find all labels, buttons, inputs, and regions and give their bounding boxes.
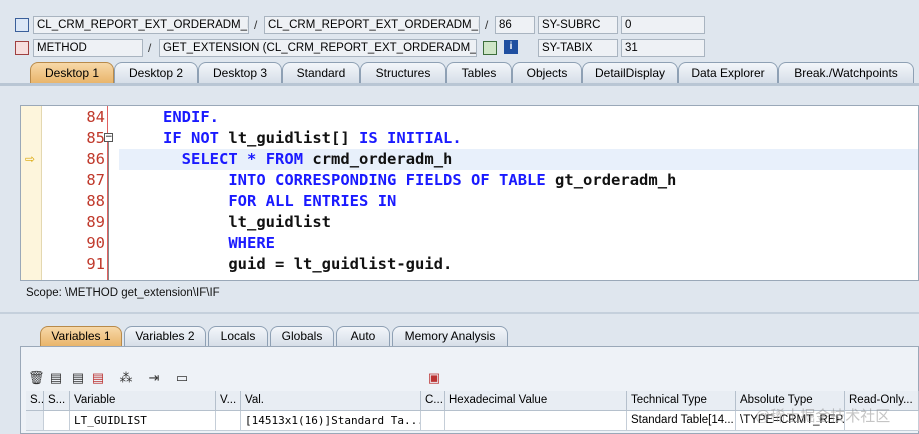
separator: / [148, 41, 152, 55]
column-header-c[interactable]: C... [421, 391, 445, 411]
code-text: lt_guidlist [228, 213, 331, 231]
cell-hex[interactable] [445, 411, 627, 431]
delete-icon[interactable]: 🗑 [28, 370, 45, 386]
column-header-s[interactable]: S... [44, 391, 70, 411]
tab-locals[interactable]: Locals [208, 326, 268, 346]
watermark: @稀土掘金技术社区 [755, 408, 891, 425]
panel-splitter[interactable] [0, 312, 919, 314]
class-field[interactable]: CL_CRM_REPORT_EXT_ORDERADM_H=... [33, 16, 249, 34]
sysvar-name-field[interactable]: SY-TABIX [538, 39, 618, 57]
document-icon [15, 18, 29, 32]
code-line: lt_guidlist [163, 213, 331, 231]
tab-structures[interactable]: Structures [360, 62, 446, 83]
tab-standard[interactable]: Standard [282, 62, 360, 83]
line-number: 85 [86, 129, 105, 147]
code-text: FOR ALL ENTRIES IN [228, 192, 397, 210]
hierarchy-icon[interactable]: ⁂ [118, 370, 134, 386]
separator: / [485, 18, 489, 32]
sysvar-value-field[interactable]: 31 [621, 39, 705, 57]
column-header-val[interactable]: Val. [241, 391, 421, 411]
code-line: guid = lt_guidlist-guid. [163, 255, 452, 273]
code-text: WHERE [228, 234, 275, 252]
include-field[interactable]: CL_CRM_REPORT_EXT_ORDERADM_H=... [264, 16, 480, 34]
sysvar-value-field[interactable]: 0 [621, 16, 705, 34]
line-number: 88 [86, 192, 105, 210]
tab-variables-1[interactable]: Variables 1 [40, 326, 122, 346]
code-line: ENDIF. [163, 108, 219, 126]
line-number: 86 [86, 150, 105, 168]
code-line: IF NOT lt_guidlist[] IS INITIAL. [163, 129, 462, 147]
method-field[interactable]: GET_EXTENSION (CL_CRM_REPORT_EXT_ORDERAD… [159, 39, 477, 57]
code-text: SELECT * FROM crmd_orderadm_h [181, 150, 453, 168]
line-number: 87 [86, 171, 105, 189]
info-icon[interactable]: i [504, 40, 518, 54]
code-line: SELECT * FROM crmd_orderadm_h [163, 150, 453, 168]
tab-desktop-3[interactable]: Desktop 3 [198, 62, 282, 83]
type-field[interactable]: METHOD [33, 39, 143, 57]
cell-s[interactable] [44, 411, 70, 431]
code-line: WHERE [163, 234, 275, 252]
tab-auto[interactable]: Auto [336, 326, 390, 346]
column-header-variable[interactable]: Variable [70, 391, 216, 411]
code-text: IF NOT lt_guidlist[] IS INITIAL. [163, 129, 462, 147]
code-text: guid = lt_guidlist-guid. [228, 255, 453, 273]
cell-v[interactable] [216, 411, 241, 431]
scope-label: Scope: \METHOD get_extension\IF\IF [26, 287, 220, 299]
display-object-icon[interactable] [483, 41, 497, 55]
line-number: 84 [86, 108, 105, 126]
desktop-tabstrip: Desktop 1 Desktop 2 Desktop 3 Standard S… [0, 62, 919, 84]
line-number: 90 [86, 234, 105, 252]
breakpoint-gutter[interactable] [21, 106, 42, 280]
source-code-panel[interactable]: ⇨ 84 85 86 87 88 89 90 91 − ENDIF. IF NO… [20, 105, 919, 281]
code-text: INTO CORRESPONDING FIELDS OF TABLE gt_or… [228, 171, 677, 189]
column-header-hex[interactable]: Hexadecimal Value [445, 391, 627, 411]
fold-toggle-icon[interactable]: − [104, 133, 113, 142]
code-line: FOR ALL ENTRIES IN [163, 192, 396, 210]
tab-desktop-2[interactable]: Desktop 2 [114, 62, 198, 83]
row-selector[interactable] [26, 411, 44, 431]
fold-guide [108, 142, 109, 280]
column-header-s[interactable]: S... [26, 391, 44, 411]
column-header-technical-type[interactable]: Technical Type [627, 391, 736, 411]
cell-variable[interactable]: LT_GUIDLIST [70, 411, 216, 431]
cell-c[interactable] [421, 411, 445, 431]
line-number: 91 [86, 255, 105, 273]
method-icon [15, 41, 29, 55]
line-number: 89 [86, 213, 105, 231]
sysvar-name-field[interactable]: SY-SUBRC [538, 16, 618, 34]
column-header-v[interactable]: V... [216, 391, 241, 411]
cell-technical-type[interactable]: Standard Table[14... [627, 411, 736, 431]
import-icon[interactable]: ▤ [48, 370, 64, 386]
tab-data-explorer[interactable]: Data Explorer [678, 62, 778, 83]
tab-objects[interactable]: Objects [512, 62, 582, 83]
change-icon[interactable]: ▤ [90, 370, 106, 386]
code-text: ENDIF. [163, 108, 219, 126]
move-icon[interactable]: ⇥ [146, 370, 162, 386]
tab-desktop-1[interactable]: Desktop 1 [30, 62, 114, 83]
separator: / [254, 18, 258, 32]
cell-val[interactable]: [14513x1(16)]Standard Ta... [241, 411, 421, 431]
tab-memory-analysis[interactable]: Memory Analysis [392, 326, 508, 346]
tab-globals[interactable]: Globals [270, 326, 334, 346]
export-icon[interactable]: ▤ [70, 370, 86, 386]
tab-detaildisplay[interactable]: DetailDisplay [582, 62, 678, 83]
tab-variables-2[interactable]: Variables 2 [124, 326, 206, 346]
tab-tables[interactable]: Tables [446, 62, 512, 83]
code-line: INTO CORRESPONDING FIELDS OF TABLE gt_or… [163, 171, 676, 189]
folder-icon[interactable]: ▭ [174, 370, 190, 386]
current-line-arrow-icon: ⇨ [25, 152, 36, 166]
line-number-field[interactable]: 86 [495, 16, 535, 34]
save-icon[interactable]: ▣ [426, 370, 442, 386]
tab-break-watchpoints[interactable]: Break./Watchpoints [778, 62, 914, 83]
